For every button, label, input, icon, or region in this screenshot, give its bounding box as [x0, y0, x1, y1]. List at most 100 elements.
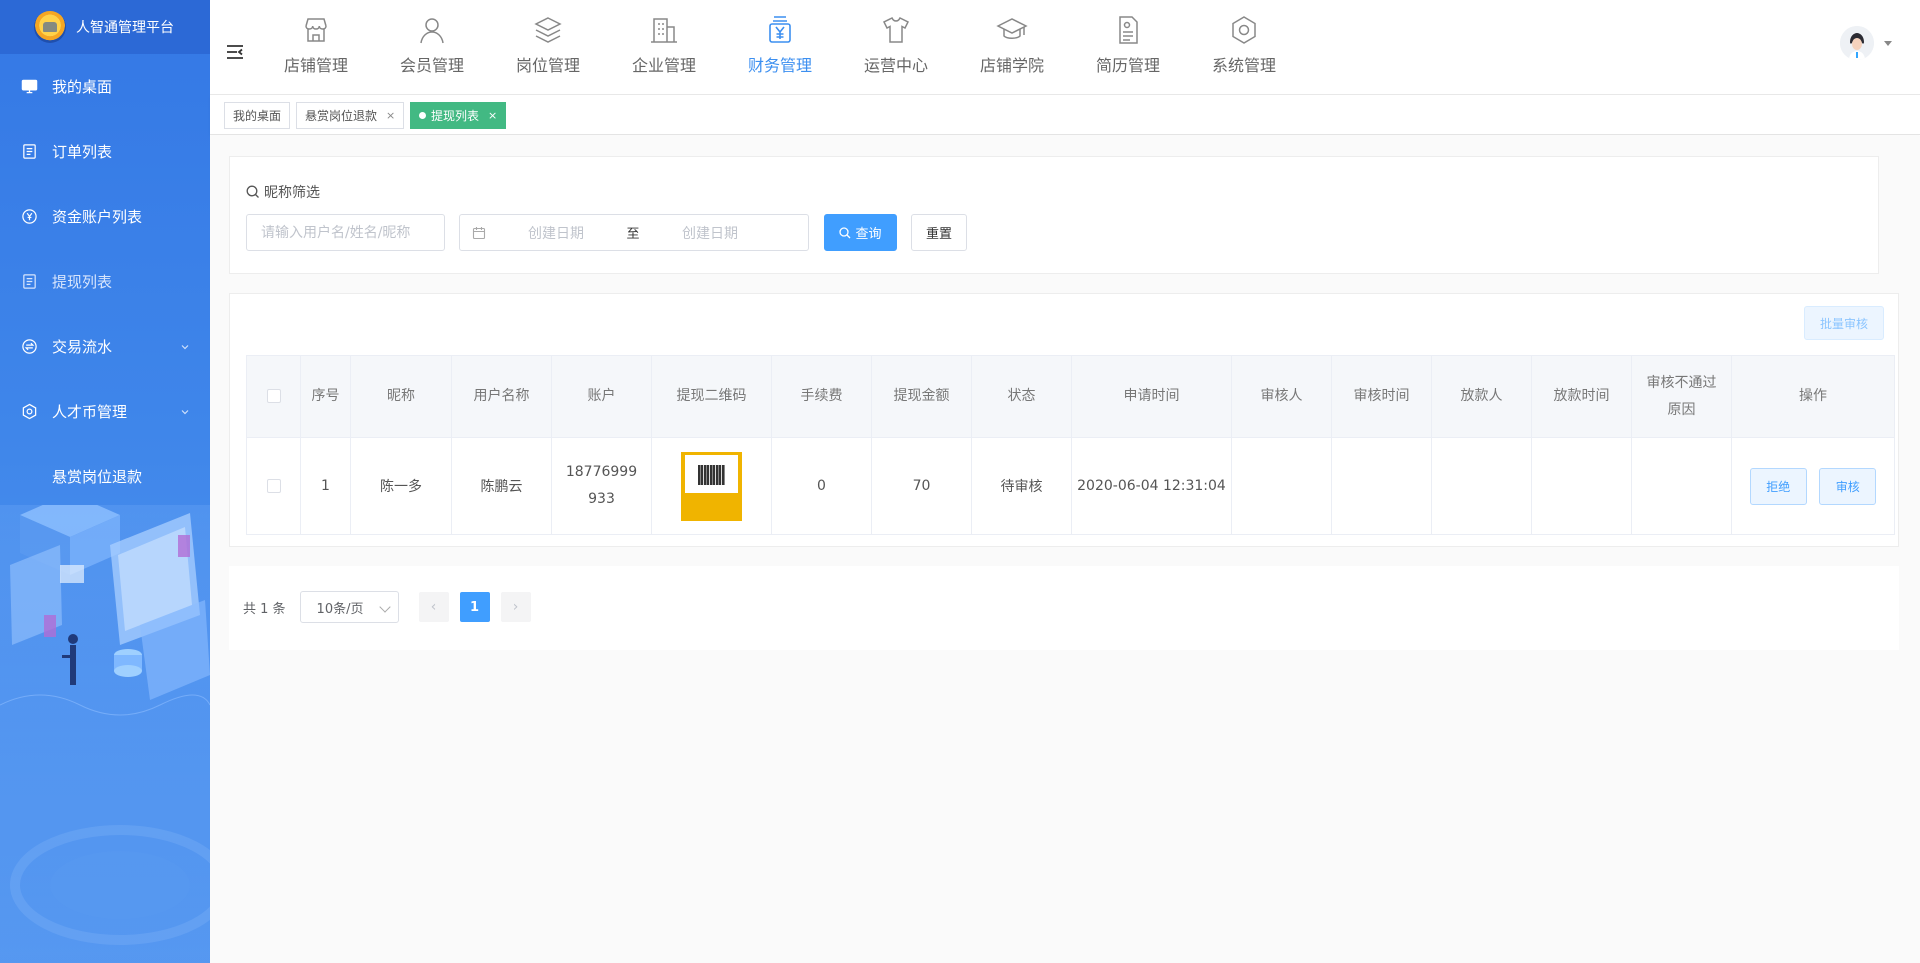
sidebar-menu: 我的桌面 订单列表 资金账户列表 提现列表 交易流水 人才币管理 悬赏岗位退款	[0, 54, 210, 509]
sidebar-item-label: 提现列表	[52, 273, 113, 291]
date-range-picker[interactable]: 创建日期 至 创建日期	[459, 214, 809, 251]
column-header: 放款人	[1431, 355, 1532, 438]
date-end-input[interactable]: 创建日期	[640, 223, 780, 243]
tab-system-management[interactable]: 系统管理	[1186, 0, 1302, 95]
tab-label: 岗位管理	[515, 56, 580, 75]
tag-withdrawal-list[interactable]: 提现列表 ×	[410, 102, 507, 129]
finance-icon	[769, 16, 791, 43]
top-nav: 店铺管理 会员管理 岗位管理 企业管理 财务管理 运营中心 店铺学院 简历管理	[210, 0, 1920, 95]
column-header: 提现金额	[871, 355, 972, 438]
sidebar-item-talent-coin[interactable]: 人才币管理	[0, 379, 210, 444]
tab-finance-management[interactable]: 财务管理	[722, 0, 838, 95]
sidebar-item-orders[interactable]: 订单列表	[0, 119, 210, 184]
withdrawal-table: 序号 昵称 用户名称 账户 提现二维码 手续费 提现金额 状态 申请时间 审核人…	[246, 355, 1895, 535]
close-icon[interactable]: ×	[488, 109, 497, 122]
cell-amount: 70	[871, 437, 972, 535]
search-icon	[839, 226, 851, 238]
cell-actions: 拒绝 审核	[1731, 437, 1895, 535]
cell-account: 18776999933	[551, 437, 652, 535]
sidebar-item-transactions[interactable]: 交易流水	[0, 314, 210, 379]
module-tabs: 店铺管理 会员管理 岗位管理 企业管理 财务管理 运营中心 店铺学院 简历管理	[258, 0, 1302, 95]
chevron-down-icon	[378, 601, 391, 613]
column-header: 提现二维码	[651, 355, 772, 438]
approve-button[interactable]: 审核	[1819, 467, 1877, 505]
query-button[interactable]: 查询	[824, 214, 897, 251]
cell-reject-reason	[1631, 437, 1732, 535]
column-header: 账户	[551, 355, 652, 438]
yen-coin-icon	[20, 208, 38, 226]
tag-desktop[interactable]: 我的桌面	[224, 102, 291, 129]
document-icon	[20, 143, 38, 161]
pagination: 共 1 条 10条/页 ‹ 1 ›	[243, 591, 531, 623]
select-all-header	[246, 355, 301, 438]
date-separator: 至	[626, 227, 640, 242]
withdrawal-table-panel: 批量审核 序号 昵称 用户名称 账户 提现二维码 手续费 提现金额 状态 申请时…	[229, 293, 1899, 547]
avatar	[1840, 26, 1874, 60]
qr-code-thumbnail[interactable]	[681, 451, 742, 521]
row-select-cell	[246, 437, 301, 535]
tab-member-management[interactable]: 会员管理	[374, 0, 490, 95]
sidebar-item-fund-accounts[interactable]: 资金账户列表	[0, 184, 210, 249]
sidebar-item-label: 订单列表	[52, 143, 113, 161]
sidebar-item-desktop[interactable]: 我的桌面	[0, 54, 210, 119]
user-menu[interactable]	[1840, 26, 1892, 60]
tab-store-management[interactable]: 店铺管理	[258, 0, 374, 95]
tab-enterprise-management[interactable]: 企业管理	[606, 0, 722, 95]
cell-review-time	[1331, 437, 1432, 535]
page-number[interactable]: 1	[459, 592, 490, 622]
tab-label: 店铺学院	[979, 56, 1044, 75]
column-header: 昵称	[350, 355, 452, 438]
batch-review-button[interactable]: 批量审核	[1804, 306, 1884, 340]
page-size-select[interactable]: 10条/页	[299, 591, 399, 623]
graduation-cap-icon	[996, 18, 1028, 39]
app-logo[interactable]: 人智通管理平台	[0, 0, 210, 54]
chevron-down-icon	[181, 410, 189, 415]
close-icon[interactable]: ×	[386, 109, 395, 122]
calendar-icon	[472, 226, 486, 239]
cell-apply-time: 2020-06-04 12:31:04	[1071, 437, 1232, 535]
pagination-panel: 共 1 条 10条/页 ‹ 1 ›	[229, 566, 1899, 650]
tag-bounty-refund[interactable]: 悬赏岗位退款 ×	[296, 102, 405, 129]
filter-panel: 昵称筛选 创建日期 至 创建日期 查询 重置	[229, 156, 1879, 274]
prev-page-button[interactable]: ‹	[418, 592, 449, 622]
column-header: 审核人	[1231, 355, 1332, 438]
collapse-menu-icon[interactable]	[226, 44, 244, 60]
row-checkbox[interactable]	[266, 479, 281, 493]
tab-label: 运营中心	[863, 56, 928, 75]
tab-label: 会员管理	[399, 56, 464, 75]
tag-label: 悬赏岗位退款	[305, 109, 378, 123]
search-input[interactable]	[246, 214, 445, 251]
gear-icon	[1232, 16, 1256, 44]
sidebar-item-label: 交易流水	[52, 338, 113, 356]
total-count: 共 1 条	[243, 601, 286, 617]
cell-username: 陈鹏云	[451, 437, 552, 535]
date-start-input[interactable]: 创建日期	[486, 223, 626, 243]
tab-store-academy[interactable]: 店铺学院	[954, 0, 1070, 95]
cell-index: 1	[300, 437, 351, 535]
reset-button[interactable]: 重置	[911, 214, 967, 251]
tab-resume-management[interactable]: 简历管理	[1070, 0, 1186, 95]
tab-label: 财务管理	[747, 56, 812, 75]
table-header-row: 序号 昵称 用户名称 账户 提现二维码 手续费 提现金额 状态 申请时间 审核人…	[246, 355, 1895, 438]
column-header: 申请时间	[1071, 355, 1232, 438]
tags-view: 我的桌面 悬赏岗位退款 × 提现列表 ×	[210, 95, 1920, 135]
reject-button[interactable]: 拒绝	[1749, 467, 1807, 505]
select-all-checkbox[interactable]	[266, 389, 281, 404]
sidebar-item-bounty-refund[interactable]: 悬赏岗位退款	[0, 444, 210, 509]
sidebar-item-withdrawals[interactable]: 提现列表	[0, 249, 210, 314]
sidebar-illustration	[0, 505, 210, 963]
monitor-icon	[20, 78, 38, 96]
next-page-button[interactable]: ›	[500, 592, 531, 622]
tab-operations-center[interactable]: 运营中心	[838, 0, 954, 95]
resume-icon	[1119, 16, 1138, 44]
sidebar-item-label: 我的桌面	[52, 78, 113, 96]
cell-payer	[1431, 437, 1532, 535]
main-content: 昵称筛选 创建日期 至 创建日期 查询 重置 批量审核	[210, 136, 1920, 963]
tab-position-management[interactable]: 岗位管理	[490, 0, 606, 95]
column-header: 审核时间	[1331, 355, 1432, 438]
cell-qrcode	[651, 437, 772, 535]
column-header: 审核不通过原因	[1631, 355, 1732, 438]
column-header: 状态	[971, 355, 1072, 438]
column-header: 放款时间	[1531, 355, 1632, 438]
user-icon	[420, 18, 444, 44]
